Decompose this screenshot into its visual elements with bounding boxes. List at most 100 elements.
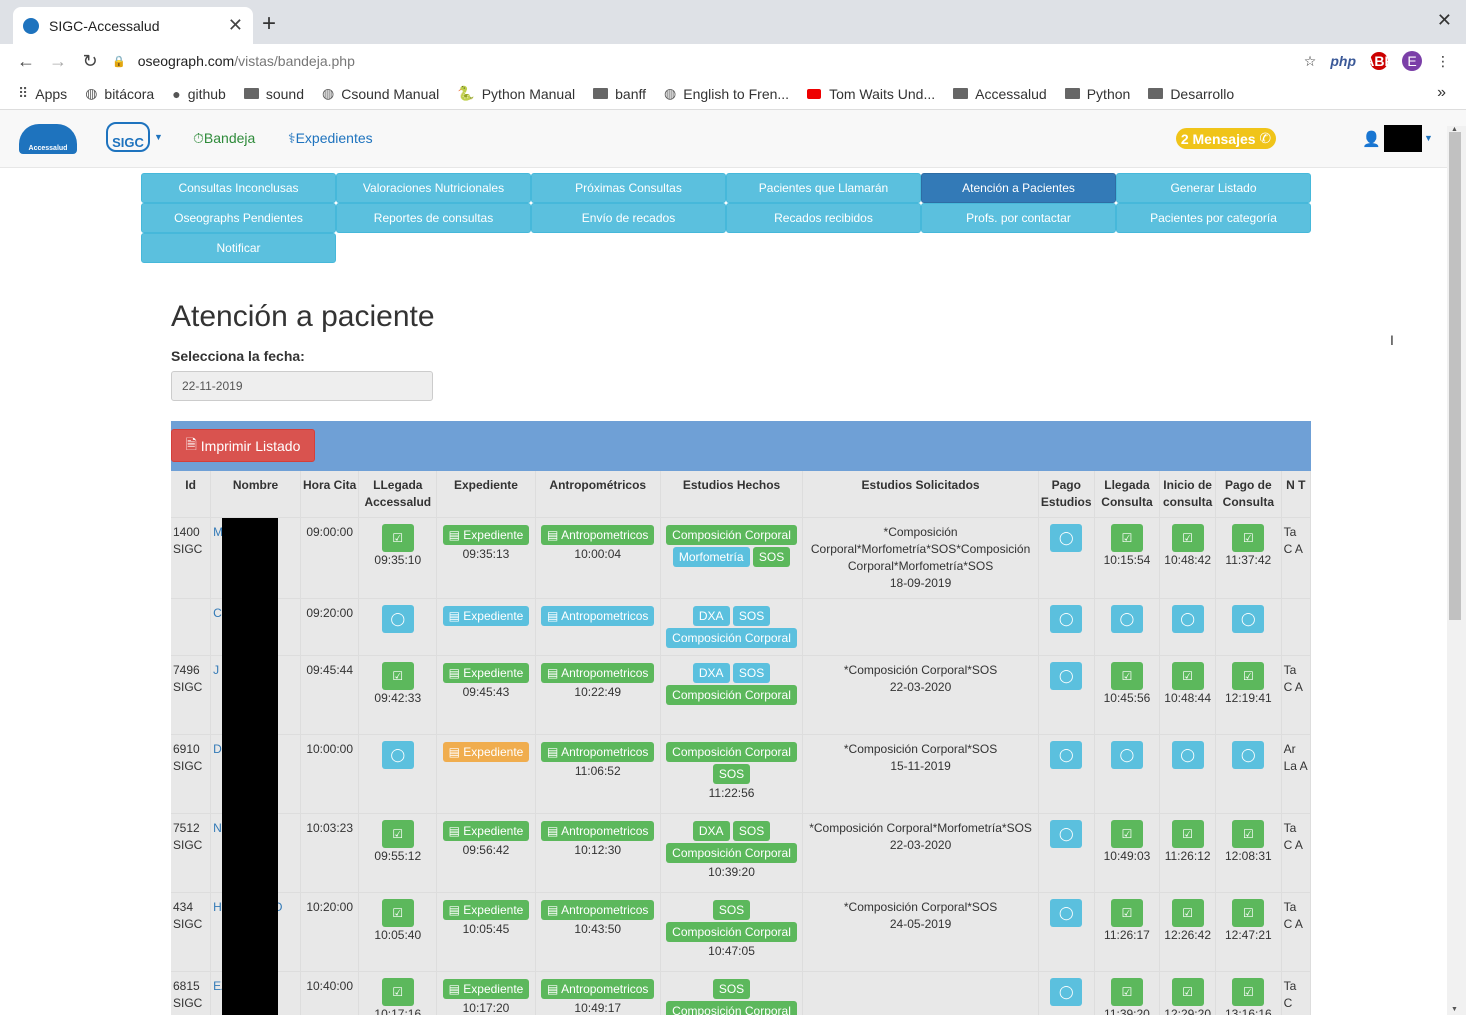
- circle-icon[interactable]: ◯: [1232, 605, 1265, 633]
- menu-button-3[interactable]: Pacientes que Llamarán: [726, 173, 921, 203]
- study-badge[interactable]: SOS: [712, 764, 751, 784]
- check-icon[interactable]: ☑: [1232, 978, 1265, 1006]
- col-header-4[interactable]: Expediente: [436, 471, 536, 518]
- check-icon[interactable]: ☑: [1232, 899, 1265, 927]
- scroll-thumb[interactable]: [1449, 132, 1461, 620]
- study-badge[interactable]: Composición Corporal: [666, 525, 797, 545]
- circle-icon[interactable]: ◯: [381, 741, 414, 769]
- forward-icon[interactable]: →: [42, 51, 74, 72]
- col-header-1[interactable]: Nombre: [210, 471, 301, 518]
- check-icon[interactable]: ☑: [1232, 524, 1265, 552]
- circle-icon[interactable]: ◯: [1050, 899, 1083, 927]
- bookmark-10[interactable]: Python: [1064, 86, 1130, 102]
- check-icon[interactable]: ☑: [1110, 524, 1143, 552]
- expediente-button[interactable]: ▤ Expediente: [442, 821, 530, 841]
- col-header-6[interactable]: Estudios Hechos: [660, 471, 804, 518]
- circle-icon[interactable]: ◯: [1171, 605, 1204, 633]
- menu-button-5[interactable]: Generar Listado: [1116, 173, 1311, 203]
- expediente-button[interactable]: ▤ Expediente: [442, 606, 530, 626]
- check-icon[interactable]: ☑: [1110, 899, 1143, 927]
- tab-close-icon[interactable]: ✕: [228, 15, 243, 36]
- study-badge[interactable]: DXA: [692, 821, 730, 841]
- date-input[interactable]: [171, 371, 433, 401]
- menu-button-2[interactable]: Próximas Consultas: [531, 173, 726, 203]
- check-icon[interactable]: ☑: [381, 899, 414, 927]
- menu-button-7[interactable]: Reportes de consultas: [336, 203, 531, 233]
- user-icon[interactable]: 👤: [1362, 130, 1381, 148]
- study-badge[interactable]: Composición Corporal: [666, 843, 797, 863]
- menu-button-1[interactable]: Valoraciones Nutricionales: [336, 173, 531, 203]
- bookmarks-overflow-icon[interactable]: »: [1437, 84, 1446, 102]
- col-header-7[interactable]: Estudios Solicitados: [802, 471, 1039, 518]
- circle-icon[interactable]: ◯: [381, 605, 414, 633]
- check-icon[interactable]: ☑: [1110, 978, 1143, 1006]
- browser-menu-icon[interactable]: ⋮: [1436, 53, 1450, 70]
- check-icon[interactable]: ☑: [1110, 820, 1143, 848]
- col-header-11[interactable]: Pago de Consulta: [1215, 471, 1282, 518]
- study-badge[interactable]: Morfometría: [672, 547, 750, 567]
- col-header-2[interactable]: Hora Cita: [300, 471, 360, 518]
- address-bar[interactable]: 🔒 oseograph.com/vistas/bandeja.php: [112, 44, 355, 78]
- circle-icon[interactable]: ◯: [1050, 978, 1083, 1006]
- bookmark-11[interactable]: Desarrollo: [1148, 86, 1234, 102]
- study-badge[interactable]: SOS: [732, 663, 771, 683]
- check-icon[interactable]: ☑: [381, 978, 414, 1006]
- col-header-5[interactable]: Antropométricos: [535, 471, 661, 518]
- circle-icon[interactable]: ◯: [1050, 820, 1083, 848]
- check-icon[interactable]: ☑: [1171, 662, 1204, 690]
- circle-icon[interactable]: ◯: [1050, 524, 1083, 552]
- circle-icon[interactable]: ◯: [1110, 605, 1143, 633]
- study-badge[interactable]: SOS: [712, 900, 751, 920]
- check-icon[interactable]: ☑: [1171, 899, 1204, 927]
- check-icon[interactable]: ☑: [1110, 662, 1143, 690]
- study-badge[interactable]: DXA: [692, 663, 730, 683]
- adblock-icon[interactable]: ABP: [1364, 52, 1394, 70]
- study-badge[interactable]: Composición Corporal: [666, 922, 797, 942]
- php-extension-icon[interactable]: php: [1330, 53, 1356, 69]
- bookmark-9[interactable]: Accessalud: [953, 86, 1047, 102]
- col-header-10[interactable]: Inicio de consulta: [1159, 471, 1217, 518]
- study-badge[interactable]: SOS: [732, 821, 771, 841]
- expediente-button[interactable]: ▤ Expediente: [442, 742, 530, 762]
- study-badge[interactable]: Composición Corporal: [666, 1001, 797, 1015]
- reload-icon[interactable]: ↻: [74, 51, 106, 72]
- check-icon[interactable]: ☑: [381, 524, 414, 552]
- menu-button-10[interactable]: Profs. por contactar: [921, 203, 1116, 233]
- menu-button-0[interactable]: Consultas Inconclusas: [141, 173, 336, 203]
- antropometricos-button[interactable]: ▤ Antropometricos: [541, 979, 655, 999]
- print-list-button[interactable]: 🗎 Imprimir Listado: [171, 429, 315, 462]
- check-icon[interactable]: ☑: [381, 820, 414, 848]
- antropometricos-button[interactable]: ▤ Antropometricos: [541, 606, 655, 626]
- caret-down-icon[interactable]: ▼: [154, 132, 163, 142]
- bookmark-4[interactable]: ◍ Csound Manual: [322, 85, 439, 102]
- bookmark-star-icon[interactable]: ☆: [1304, 53, 1317, 70]
- study-badge[interactable]: SOS: [712, 979, 751, 999]
- study-badge[interactable]: SOS: [732, 606, 771, 626]
- menu-button-9[interactable]: Recados recibidos: [726, 203, 921, 233]
- circle-icon[interactable]: ◯: [1110, 741, 1143, 769]
- col-header-0[interactable]: Id: [171, 471, 212, 518]
- col-header-8[interactable]: Pago Estudios: [1038, 471, 1095, 518]
- study-badge[interactable]: Composición Corporal: [666, 628, 797, 648]
- bookmark-7[interactable]: ◍ English to Fren...: [664, 85, 789, 102]
- nav-expedientes[interactable]: ⚕Expedientes: [288, 130, 373, 147]
- page-scrollbar[interactable]: ▲ ▼: [1447, 126, 1466, 1015]
- expediente-button[interactable]: ▤ Expediente: [442, 900, 530, 920]
- study-badge[interactable]: DXA: [692, 606, 730, 626]
- menu-button-6[interactable]: Oseographs Pendientes: [141, 203, 336, 233]
- antropometricos-button[interactable]: ▤ Antropometricos: [541, 525, 655, 545]
- check-icon[interactable]: ☑: [1171, 820, 1204, 848]
- check-icon[interactable]: ☑: [1171, 524, 1204, 552]
- antropometricos-button[interactable]: ▤ Antropometricos: [541, 821, 655, 841]
- circle-icon[interactable]: ◯: [1050, 662, 1083, 690]
- new-tab-icon[interactable]: +: [262, 10, 276, 38]
- circle-icon[interactable]: ◯: [1232, 741, 1265, 769]
- sigc-logo[interactable]: SIGC: [106, 122, 150, 152]
- circle-icon[interactable]: ◯: [1050, 741, 1083, 769]
- bookmark-5[interactable]: 🐍 Python Manual: [457, 85, 575, 102]
- back-icon[interactable]: ←: [10, 51, 42, 72]
- circle-icon[interactable]: ◯: [1050, 605, 1083, 633]
- menu-button-8[interactable]: Envío de recados: [531, 203, 726, 233]
- antropometricos-button[interactable]: ▤ Antropometricos: [541, 742, 655, 762]
- col-header-3[interactable]: LLegada Accessalud: [358, 471, 438, 518]
